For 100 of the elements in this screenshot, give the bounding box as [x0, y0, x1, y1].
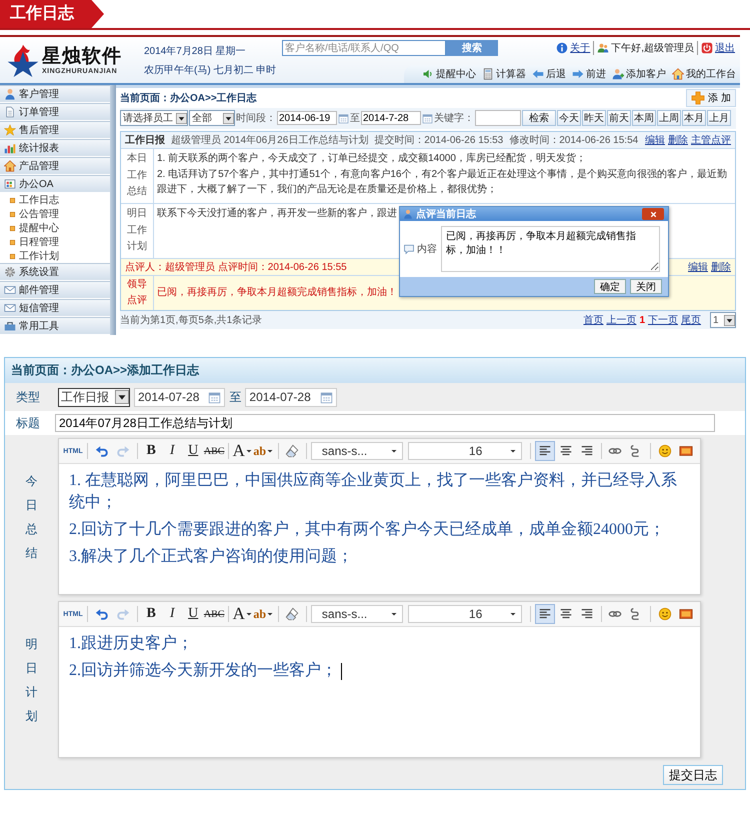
toolbar-link[interactable]: 添加客户: [612, 67, 666, 81]
highlight-button[interactable]: ab: [254, 441, 274, 461]
header-link[interactable]: 退出: [698, 41, 738, 55]
editor-paragraph: 3.解决了几个正式客户咨询的使用问题；: [69, 546, 354, 567]
current-page: 1: [639, 314, 645, 326]
to-label: 至: [229, 388, 242, 406]
caret-icon: [266, 610, 274, 618]
search-button[interactable]: 检索: [522, 110, 556, 126]
bold-button[interactable]: B: [141, 604, 162, 624]
search-field[interactable]: 客户名称/电话/联系人/QQ: [282, 40, 446, 56]
italic-button[interactable]: I: [162, 441, 182, 461]
toolbar-link[interactable]: 后退: [532, 67, 566, 81]
date-field[interactable]: 2014-07-28: [134, 388, 226, 406]
sidebar-item[interactable]: 短信管理: [0, 299, 110, 317]
underline-button[interactable]: U: [183, 441, 204, 461]
action-link[interactable]: 主管点评: [691, 133, 731, 147]
action-link[interactable]: 编辑: [688, 260, 708, 274]
date-range-button[interactable]: 昨天: [582, 110, 606, 126]
type-select[interactable]: 工作日报: [58, 388, 130, 406]
dialog-button[interactable]: 关闭: [630, 279, 662, 294]
font-family-select[interactable]: sans-s...: [310, 605, 403, 623]
date-range-button[interactable]: 上周: [657, 110, 681, 126]
font-color-button[interactable]: A: [232, 441, 253, 461]
font-size-select[interactable]: 16: [408, 605, 522, 623]
action-link[interactable]: 删除: [668, 133, 688, 147]
sidebar-item[interactable]: 统计报表: [0, 139, 110, 157]
close-button[interactable]: [642, 208, 664, 220]
sidebar-item[interactable]: 订单管理: [0, 103, 110, 121]
header-link[interactable]: 关于: [553, 41, 594, 55]
italic-button[interactable]: I: [162, 604, 182, 624]
header-link[interactable]: 下午好,超级管理员: [594, 41, 698, 55]
date-field[interactable]: 2014-07-28: [245, 388, 337, 406]
page-select[interactable]: 1: [710, 312, 736, 328]
redo-icon: [116, 444, 130, 458]
date-range-button[interactable]: 上月: [707, 110, 731, 126]
pagination-link[interactable]: 首页: [583, 313, 604, 327]
sidebar-item[interactable]: 常用工具: [0, 317, 110, 335]
eraser-icon: [285, 607, 300, 621]
bold-button[interactable]: B: [141, 441, 162, 461]
toolbar-link[interactable]: 我的工作台: [672, 67, 736, 81]
align-right-icon: [580, 607, 594, 621]
image-icon: [679, 607, 694, 621]
align-left-button[interactable]: [534, 441, 555, 461]
calendar-icon: [422, 112, 433, 124]
pagination-link[interactable]: 下一页: [648, 313, 678, 327]
toolbar-link[interactable]: 提醒中心: [422, 67, 476, 81]
date-range-button[interactable]: 前天: [607, 110, 631, 126]
image-icon: [679, 444, 694, 458]
sidebar-item[interactable]: 售后管理: [0, 121, 110, 139]
toolbar-link[interactable]: 前进: [572, 67, 606, 81]
log-meta: 修改时间：2014-06-26 15:54: [509, 134, 638, 147]
keyword-field[interactable]: [475, 110, 521, 126]
toolbar-link[interactable]: 计算器: [482, 67, 526, 81]
pagination-link[interactable]: 上一页: [606, 313, 636, 327]
strikethrough-button[interactable]: ABC: [204, 441, 224, 461]
font-color-button[interactable]: A: [232, 604, 253, 624]
date-field[interactable]: 2014-7-28: [361, 111, 421, 125]
strikethrough-button[interactable]: ABC: [204, 604, 224, 624]
sidebar-item[interactable]: 邮件管理: [0, 281, 110, 299]
speech-bubble-icon: [403, 243, 415, 255]
date-field[interactable]: 2014-06-19: [277, 111, 337, 125]
align-left-icon: [538, 607, 552, 621]
bullet-icon: [8, 210, 17, 218]
pagination-link[interactable]: 尾页: [681, 313, 701, 327]
editor-label: 明日计划: [26, 636, 38, 724]
employee-select[interactable]: 请选择员工: [120, 110, 188, 126]
action-link[interactable]: 删除: [711, 260, 731, 274]
font-size-select[interactable]: 16: [408, 442, 522, 460]
action-link[interactable]: 编辑: [645, 133, 665, 147]
log-text: 2. 电话拜访了57个客户，其中打通51个，有意向客户16个，有2个客户最近正在处理这个事情，是个购买意向很强的客户，最近勤跟进下，大概了解了一下，我们的产品无论是在质量还是价格上，都很优势；: [157, 168, 728, 197]
comment-field[interactable]: 已阅，再接再厉，争取本月超额完成销售指标，加油！！: [441, 226, 660, 272]
bullet-icon: [8, 224, 17, 232]
submit-button[interactable]: 提交日志: [663, 765, 723, 785]
add-button[interactable]: 添 加: [686, 89, 736, 107]
sidebar-item[interactable]: 办公OA: [0, 175, 110, 193]
underline-button[interactable]: U: [183, 604, 204, 624]
scope-select[interactable]: 全部: [189, 110, 235, 126]
date-range-button[interactable]: 本周: [632, 110, 656, 126]
review-text: 已阅，再接再厉，争取本月超额完成销售指标，加油！: [157, 286, 397, 300]
align-left-button[interactable]: [534, 604, 555, 624]
sidebar-item[interactable]: 客户管理: [0, 85, 110, 103]
font-family-select[interactable]: sans-s...: [310, 442, 403, 460]
arrow-right-icon: [572, 68, 584, 80]
dialog-title: 点评当前日志: [416, 208, 476, 221]
sidebar-item[interactable]: 产品管理: [0, 157, 110, 175]
title-field[interactable]: 2014年07月28日工作总结与计划: [55, 414, 715, 432]
caret-icon: [266, 447, 274, 455]
date-range-button[interactable]: 本月: [682, 110, 706, 126]
close-icon: [648, 210, 658, 218]
date-range-button[interactable]: 今天: [557, 110, 581, 126]
dialog-button[interactable]: 确定: [594, 279, 626, 294]
eraser-icon: [285, 444, 300, 458]
smiley-icon: [658, 607, 672, 621]
editor-paragraph: 1.跟进历史客户；: [69, 634, 194, 654]
star-icon: [4, 124, 16, 136]
highlight-button[interactable]: ab: [254, 604, 274, 624]
field-label: 标题: [15, 414, 41, 432]
bullet-icon: [8, 196, 17, 204]
sidebar-item[interactable]: 系统设置: [0, 263, 110, 281]
log-meta: 提交时间：2014-06-26 15:53: [374, 134, 504, 147]
